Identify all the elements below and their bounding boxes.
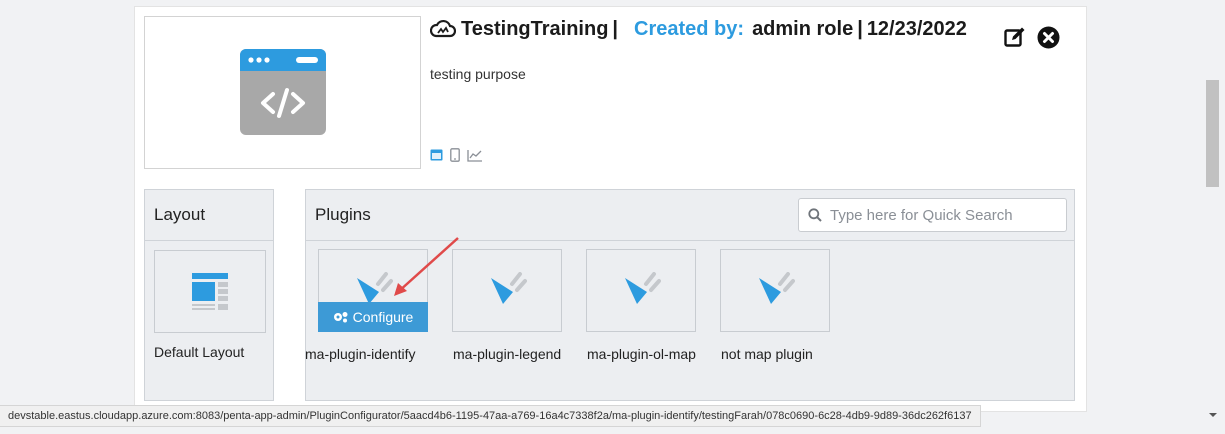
- plugin-tile-identify[interactable]: Configure: [318, 249, 428, 332]
- vertical-scrollbar[interactable]: [1203, 0, 1225, 434]
- created-date: 12/23/2022: [866, 17, 967, 40]
- plug-icon: [625, 272, 661, 304]
- plug-icon: [357, 272, 393, 304]
- plugins-panel-header: Plugins: [305, 189, 1075, 241]
- quick-search-box[interactable]: [798, 198, 1067, 232]
- device-icons: [430, 148, 483, 162]
- title-separator: |: [612, 17, 619, 40]
- plugin-tile-ol-map[interactable]: [586, 249, 696, 332]
- quick-search-input[interactable]: [830, 206, 1050, 224]
- plugins-panel-body: Configure ma-plugin-identify ma-plugin-l…: [305, 241, 1075, 401]
- app-title-row: TestingTraining | Created by: admin role…: [430, 16, 967, 42]
- layout-tile-default[interactable]: [154, 250, 266, 333]
- scrollbar-thumb[interactable]: [1206, 80, 1219, 187]
- title-separator: |: [857, 17, 863, 40]
- app-name: TestingTraining: [461, 17, 609, 40]
- layout-panel-body: Default Layout: [144, 241, 274, 401]
- created-by-value: admin role: [752, 17, 854, 40]
- plugin-label-legend: ma-plugin-legend: [453, 346, 562, 362]
- chart-line-icon[interactable]: [467, 149, 483, 162]
- search-icon: [808, 208, 822, 222]
- app-description: testing purpose: [430, 66, 526, 82]
- plugin-label-identify: ma-plugin-identify: [305, 346, 416, 362]
- plugin-tile-not-map[interactable]: [720, 249, 830, 332]
- created-by-label: Created by:: [634, 17, 745, 40]
- scroll-down-arrow-icon[interactable]: [1209, 413, 1217, 417]
- configure-button[interactable]: Configure: [318, 302, 428, 332]
- plugins-panel-title: Plugins: [315, 205, 371, 224]
- desktop-icon[interactable]: [430, 149, 443, 161]
- status-bar-url: devstable.eastus.cloudapp.azure.com:8083…: [0, 405, 981, 427]
- configure-label: Configure: [352, 309, 414, 325]
- plugin-tile-legend[interactable]: [452, 249, 562, 332]
- plug-icon: [759, 272, 795, 304]
- gears-icon: [333, 312, 348, 323]
- cloud-icon: [430, 19, 456, 38]
- app-thumbnail: [144, 16, 421, 169]
- layout-panel-header: Layout: [144, 189, 274, 241]
- layout-panel-title: Layout: [154, 205, 206, 224]
- edit-icon[interactable]: [1004, 26, 1026, 48]
- code-window-icon: [240, 49, 326, 135]
- mobile-icon[interactable]: [450, 148, 460, 162]
- plugin-label-ol-map: ma-plugin-ol-map: [587, 346, 696, 362]
- layout-icon: [192, 273, 228, 310]
- close-circle-icon[interactable]: [1037, 26, 1060, 49]
- plugin-label-not-map: not map plugin: [721, 346, 813, 362]
- layout-tile-label: Default Layout: [154, 344, 245, 360]
- plug-icon: [491, 272, 527, 304]
